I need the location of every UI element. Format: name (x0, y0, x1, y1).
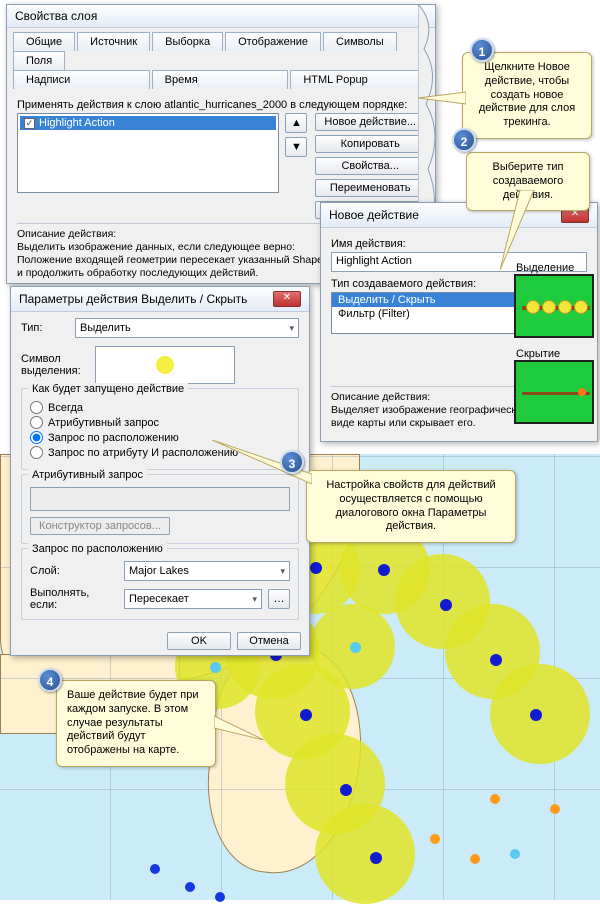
callout-4: Ваше действие будет при каждом запуске. … (56, 680, 216, 767)
tab-selection[interactable]: Выборка (152, 32, 223, 51)
symbol-dot-icon (156, 356, 174, 374)
radio-attr-query[interactable]: Атрибутивный запрос (30, 416, 290, 429)
callout-2-tail (500, 190, 540, 270)
copy-action-button[interactable]: Копировать (315, 135, 425, 153)
attr-query-text (30, 487, 290, 511)
layer-dropdown[interactable]: Major Lakes (124, 561, 290, 581)
thumbnail-highlight: Выделение (514, 274, 594, 338)
trigger-group-label: Как будет запущено действие (28, 383, 188, 395)
tab-html[interactable]: HTML Popup (290, 70, 427, 89)
attr-query-group-label: Атрибутивный запрос (28, 469, 147, 481)
callout-3: Настройка свойств для действий осуществл… (306, 470, 516, 543)
query-builder-button: Конструктор запросов... (30, 517, 170, 535)
checkbox-icon[interactable]: ✓ (24, 118, 35, 129)
callout-4-tail (214, 710, 264, 740)
move-down-button[interactable]: ▼ (285, 137, 307, 157)
actions-listbox[interactable]: ✓ Highlight Action (17, 113, 279, 193)
cancel-button[interactable]: Отмена (237, 632, 301, 650)
type-label: Тип: (21, 322, 69, 334)
step-badge-4: 4 (38, 668, 62, 692)
type-dropdown[interactable]: Выделить (75, 318, 299, 338)
tab-symbols[interactable]: Символы (323, 32, 397, 51)
callout-1: Щелкните Новое действие, чтобы создать н… (462, 52, 592, 139)
move-up-button[interactable]: ▲ (285, 113, 307, 133)
action-params-title: Параметры действия Выделить / Скрыть (19, 292, 247, 306)
new-action-title: Новое действие (329, 208, 419, 222)
step-badge-1: 1 (470, 38, 494, 62)
tab-display[interactable]: Отображение (225, 32, 321, 51)
thumbnail-hide: Скрытие (514, 360, 594, 424)
properties-button[interactable]: Свойства... (315, 157, 425, 175)
step-badge-3: 3 (280, 450, 304, 474)
tab-time[interactable]: Время (152, 70, 289, 89)
step-badge-2: 2 (452, 128, 476, 152)
thumbnail-hide-label: Скрытие (516, 348, 560, 360)
exec-label: Выполнять, если: (30, 587, 118, 611)
new-action-button[interactable]: Новое действие... (315, 113, 425, 131)
symbol-label: Символ выделения: (21, 353, 89, 377)
tab-labels[interactable]: Надписи (13, 70, 150, 89)
action-params-titlebar: Параметры действия Выделить / Скрыть ✕ (11, 287, 309, 312)
layer-properties-title: Свойства слоя (15, 9, 97, 23)
layer-properties-titlebar: Свойства слоя (7, 5, 435, 28)
layer-label: Слой: (30, 565, 118, 577)
close-icon[interactable]: ✕ (273, 291, 301, 307)
layer-properties-tabs: Общие Источник Выборка Отображение Симво… (7, 28, 435, 89)
action-name-label: Имя действия: (331, 238, 587, 250)
tab-fields[interactable]: Поля (13, 51, 65, 70)
apply-actions-label: Применять действия к слою atlantic_hurri… (17, 99, 425, 111)
exec-more-button[interactable]: … (268, 589, 290, 609)
action-list-item[interactable]: ✓ Highlight Action (20, 116, 276, 130)
tab-general[interactable]: Общие (13, 32, 75, 51)
rename-action-button[interactable]: Переименовать (315, 179, 425, 197)
exec-dropdown[interactable]: Пересекает (124, 589, 262, 609)
symbol-swatch[interactable] (95, 346, 235, 384)
ok-button[interactable]: OK (167, 632, 231, 650)
loc-query-group-label: Запрос по расположению (28, 543, 167, 555)
callout-1-tail (418, 88, 466, 108)
tab-source[interactable]: Источник (77, 32, 150, 51)
radio-always[interactable]: Всегда (30, 401, 290, 414)
